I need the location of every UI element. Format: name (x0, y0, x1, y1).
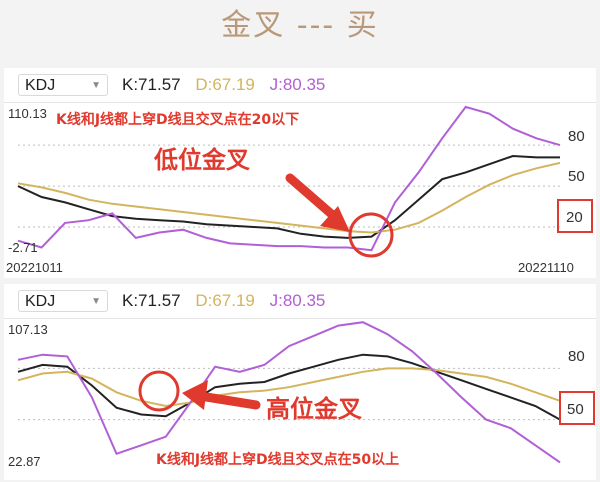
kdj-chart-low: 110.13 -2.71 K线和J线都上穿D线且交叉点在20以下 低位金叉 80… (6, 105, 593, 275)
ref-label-80: 80 (568, 128, 585, 145)
series-d-line (17, 161, 561, 234)
kdj-chart-high: 107.13 22.87 高位金叉 K线和J线都上穿D线且交叉点在50以上 80… (8, 321, 595, 469)
arrow-icon (195, 391, 261, 410)
cross-annotation: 高位金叉 (266, 395, 363, 423)
boxed-ref-label: 20 (566, 209, 583, 226)
series-k-line (17, 154, 560, 239)
cross-annotation: 低位金叉 (153, 146, 251, 174)
date-start: 20221011 (6, 260, 63, 275)
date-end: 20221110 (518, 260, 574, 275)
kdj-panel-high: KDJ ▼ K:71.57 D:67.19 J:80.35 107.13 22.… (4, 284, 596, 480)
rule-annotation: K线和J线都上穿D线且交叉点在20以下 (56, 111, 299, 128)
ref-label-50: 50 (568, 168, 585, 185)
ref-label-80: 80 (568, 348, 585, 365)
kdj-panel-low: KDJ ▼ K:71.57 D:67.19 J:80.35 110.13 -2.… (4, 68, 596, 278)
page-title: 金叉 --- 买 (221, 8, 379, 43)
boxed-ref-label: 50 (567, 401, 584, 418)
arrow-icon (285, 173, 341, 223)
rule-annotation: K线和J线都上穿D线且交叉点在50以上 (156, 451, 399, 468)
y-max-label: 107.13 (8, 322, 48, 337)
y-max-label: 110.13 (8, 106, 47, 121)
y-min-label: 22.87 (8, 454, 41, 469)
y-min-label: -2.71 (8, 240, 38, 255)
